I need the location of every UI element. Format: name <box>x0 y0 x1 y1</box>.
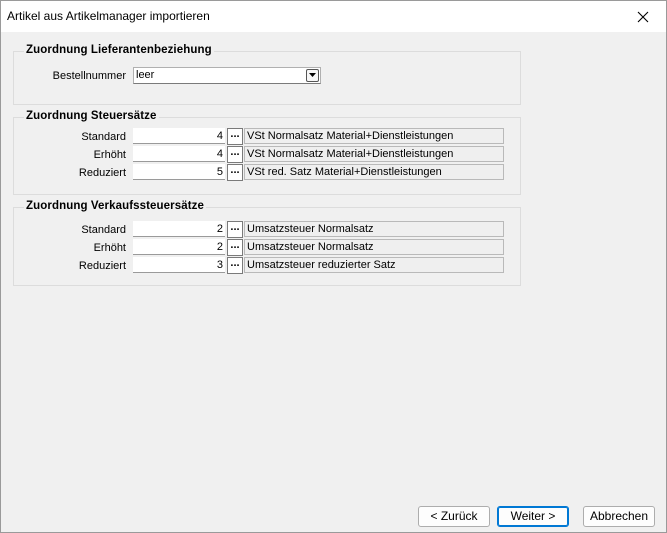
sales-tax-row-value[interactable]: 3 <box>133 257 225 273</box>
sales-tax-row-label: Reduziert <box>78 260 126 272</box>
sales-tax-row-value[interactable]: 2 <box>133 221 225 237</box>
tax-row-value[interactable]: 5 <box>133 164 225 180</box>
title-bar: Artikel aus Artikelmanager importieren <box>1 1 666 32</box>
back-button[interactable]: < Zurück <box>418 506 490 527</box>
sales-tax-row-lookup-button[interactable]: ... <box>227 239 243 256</box>
sales-tax-row-lookup-button[interactable]: ... <box>227 257 243 274</box>
tax-row-description: VSt Normalsatz Material+Dienstleistungen <box>244 128 504 144</box>
tax-row-description: VSt red. Satz Material+Dienstleistungen <box>244 164 504 180</box>
sales-tax-row-description: Umsatzsteuer Normalsatz <box>244 239 504 255</box>
tax-row-label: Erhöht <box>93 149 126 161</box>
tax-row-lookup-button[interactable]: ... <box>227 164 243 181</box>
close-button[interactable] <box>620 1 666 32</box>
cancel-button[interactable]: Abbrechen <box>583 506 655 527</box>
tax-row-value[interactable]: 4 <box>133 128 225 144</box>
tax-row-value[interactable]: 4 <box>133 146 225 162</box>
sales-tax-row-value[interactable]: 2 <box>133 239 225 255</box>
order-number-select[interactable]: leer <box>133 67 321 84</box>
dialog-window: Artikel aus Artikelmanager importieren Z… <box>0 0 667 533</box>
next-button[interactable]: Weiter > <box>497 506 569 527</box>
chevron-down-icon <box>309 73 316 77</box>
group-tax-legend: Zuordnung Steuersätze <box>24 110 159 122</box>
dropdown-button[interactable] <box>306 69 319 82</box>
order-number-value: leer <box>136 69 155 81</box>
sales-tax-row-description: Umsatzsteuer reduzierter Satz <box>244 257 504 273</box>
window-title: Artikel aus Artikelmanager importieren <box>7 9 210 23</box>
tax-row-lookup-button[interactable]: ... <box>227 128 243 145</box>
tax-row-label: Reduziert <box>78 167 126 179</box>
sales-tax-row-lookup-button[interactable]: ... <box>227 221 243 238</box>
tax-row-description: VSt Normalsatz Material+Dienstleistungen <box>244 146 504 162</box>
sales-tax-row-description: Umsatzsteuer Normalsatz <box>244 221 504 237</box>
tax-row-lookup-button[interactable]: ... <box>227 146 243 163</box>
group-supplier-legend: Zuordnung Lieferantenbeziehung <box>24 44 214 56</box>
sales-tax-row-label: Erhöht <box>93 242 126 254</box>
group-sales-tax-legend: Zuordnung Verkaufssteuersätze <box>24 200 206 212</box>
close-icon <box>637 11 649 23</box>
tax-row-label: Standard <box>81 131 126 143</box>
sales-tax-row-label: Standard <box>81 224 126 236</box>
order-number-label: Bestellnummer <box>52 70 126 82</box>
